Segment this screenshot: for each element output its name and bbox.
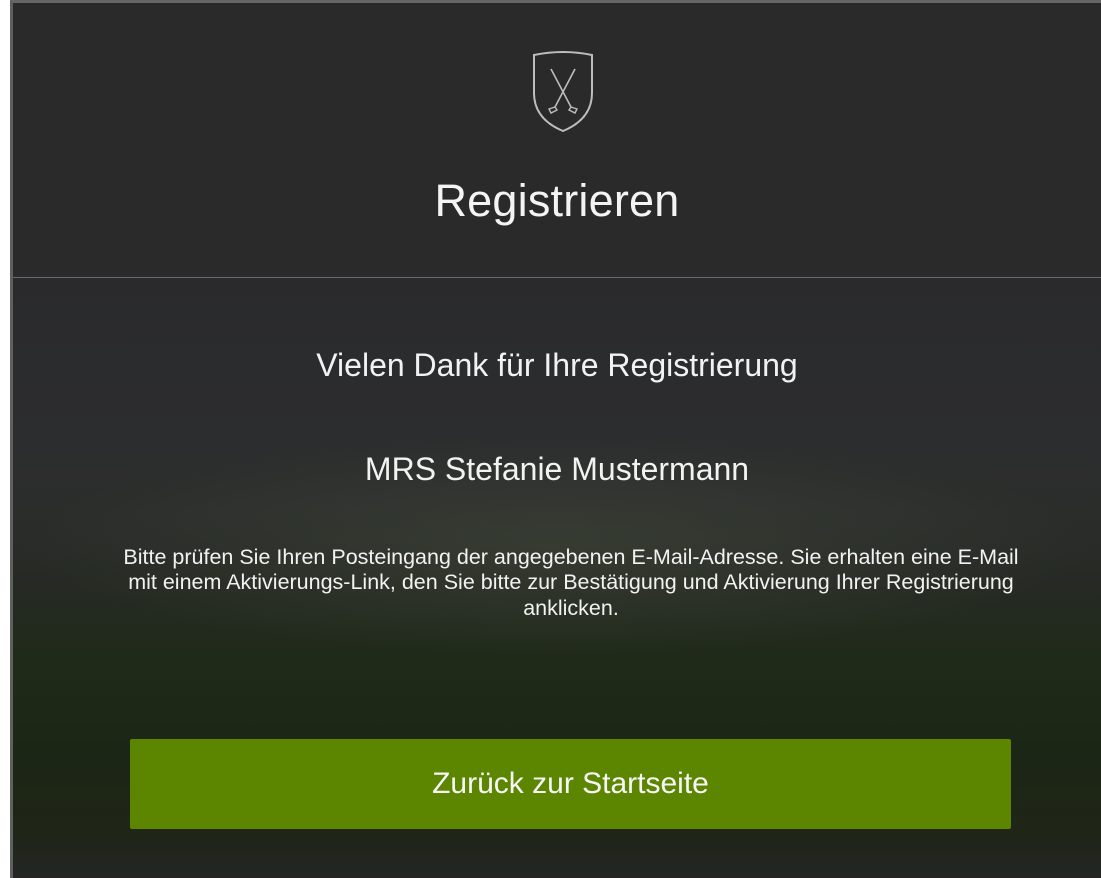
activation-info-text: Bitte prüfen Sie Ihren Posteingang der a…	[123, 545, 1019, 620]
golf-club-shield-icon	[533, 51, 593, 133]
back-to-home-button[interactable]: Zurück zur Startseite	[130, 739, 1011, 829]
page-title: Registrieren	[434, 175, 680, 226]
registration-panel: Registrieren Vielen Dank für Ihre Regist…	[10, 0, 1101, 878]
thanks-heading: Vielen Dank für Ihre Registrierung	[316, 347, 798, 383]
panel-header: Registrieren	[13, 3, 1101, 278]
registered-user-name: MRS Stefanie Mustermann	[364, 451, 750, 487]
